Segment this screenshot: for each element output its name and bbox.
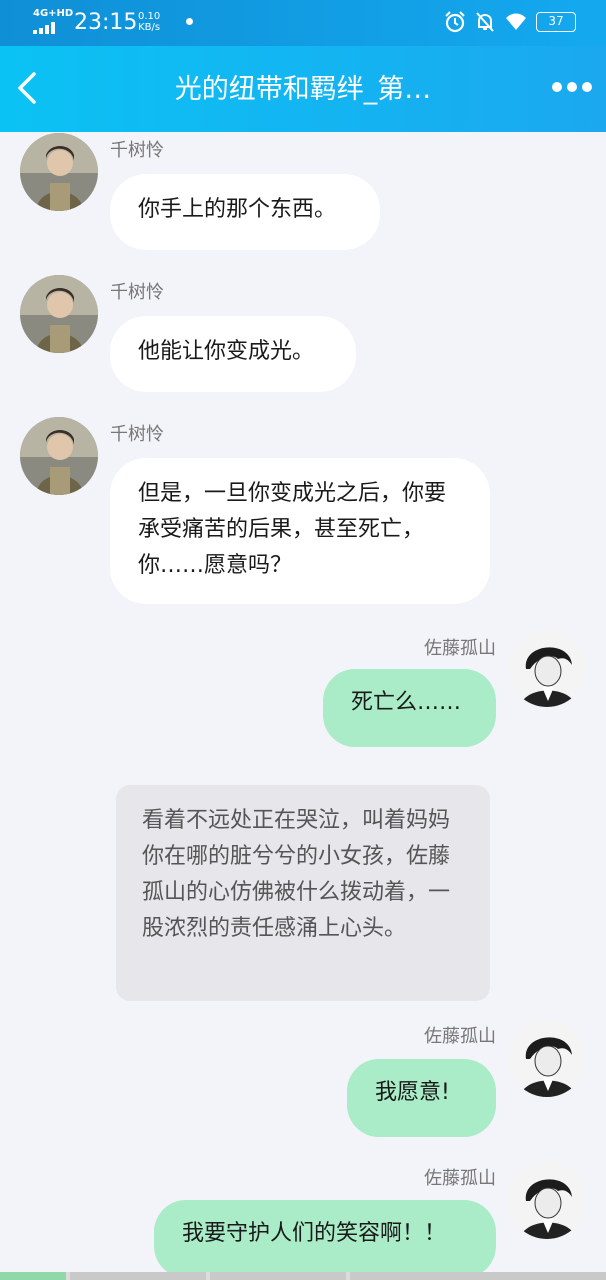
sender-name: 千树怜 [110,282,164,303]
avatar-right[interactable] [508,1019,586,1097]
battery-indicator: 37 [536,12,576,32]
signal-icon [33,22,59,34]
notification-dot-icon [186,18,193,25]
sender-name: 佐藤孤山 [424,638,496,659]
bell-off-icon [476,12,494,32]
network-speed: 0.10 KB/s [138,11,160,33]
speed-value: 0.10 [138,11,161,22]
status-icons: 37 [444,11,576,33]
bottom-bar [0,1272,606,1280]
sender-name: 千树怜 [110,424,164,445]
message-bubble[interactable]: 你手上的那个东西。 [110,174,380,250]
sender-name: 千树怜 [110,140,164,161]
message-bubble[interactable]: 我要守护人们的笑容啊！！ [154,1200,496,1272]
page-title: 光的纽带和羁绊_第… [174,74,432,105]
narration-card: 看着不远处正在哭泣，叫着妈妈你在哪的脏兮兮的小女孩，佐藤孤山的心仿佛被什么拨动着… [116,785,490,1001]
message-bubble[interactable]: 他能让你变成光。 [110,316,356,392]
nav-bar: 光的纽带和羁绊_第… [0,46,606,132]
alarm-icon [445,11,465,33]
speed-unit: KB/s [138,22,161,33]
sender-name: 佐藤孤山 [424,1168,496,1189]
avatar-left[interactable] [20,417,98,495]
avatar-left[interactable] [20,275,98,353]
chat-area[interactable]: 千树怜 你手上的那个东西。 千树怜 他能让你变成光。 千树怜 但是，一旦你变成光… [0,132,606,1272]
chevron-left-icon[interactable] [12,70,42,106]
message-bubble[interactable]: 我愿意! [347,1059,496,1137]
status-bar: 4G+HD 23:15 0.10 KB/s 37 [0,0,606,46]
message-bubble[interactable]: 死亡么…… [323,669,496,747]
avatar-right[interactable] [508,1161,586,1239]
message-bubble[interactable]: 但是，一旦你变成光之后，你要承受痛苦的后果，甚至死亡，你……愿意吗？ [110,458,490,604]
wifi-icon [506,13,526,30]
network-type: 4G+HD [33,8,74,19]
avatar-right[interactable] [508,629,586,707]
more-dots-icon[interactable] [552,82,592,94]
clock: 23:15 [74,10,138,35]
sender-name: 佐藤孤山 [424,1026,496,1047]
avatar-left[interactable] [20,133,98,211]
